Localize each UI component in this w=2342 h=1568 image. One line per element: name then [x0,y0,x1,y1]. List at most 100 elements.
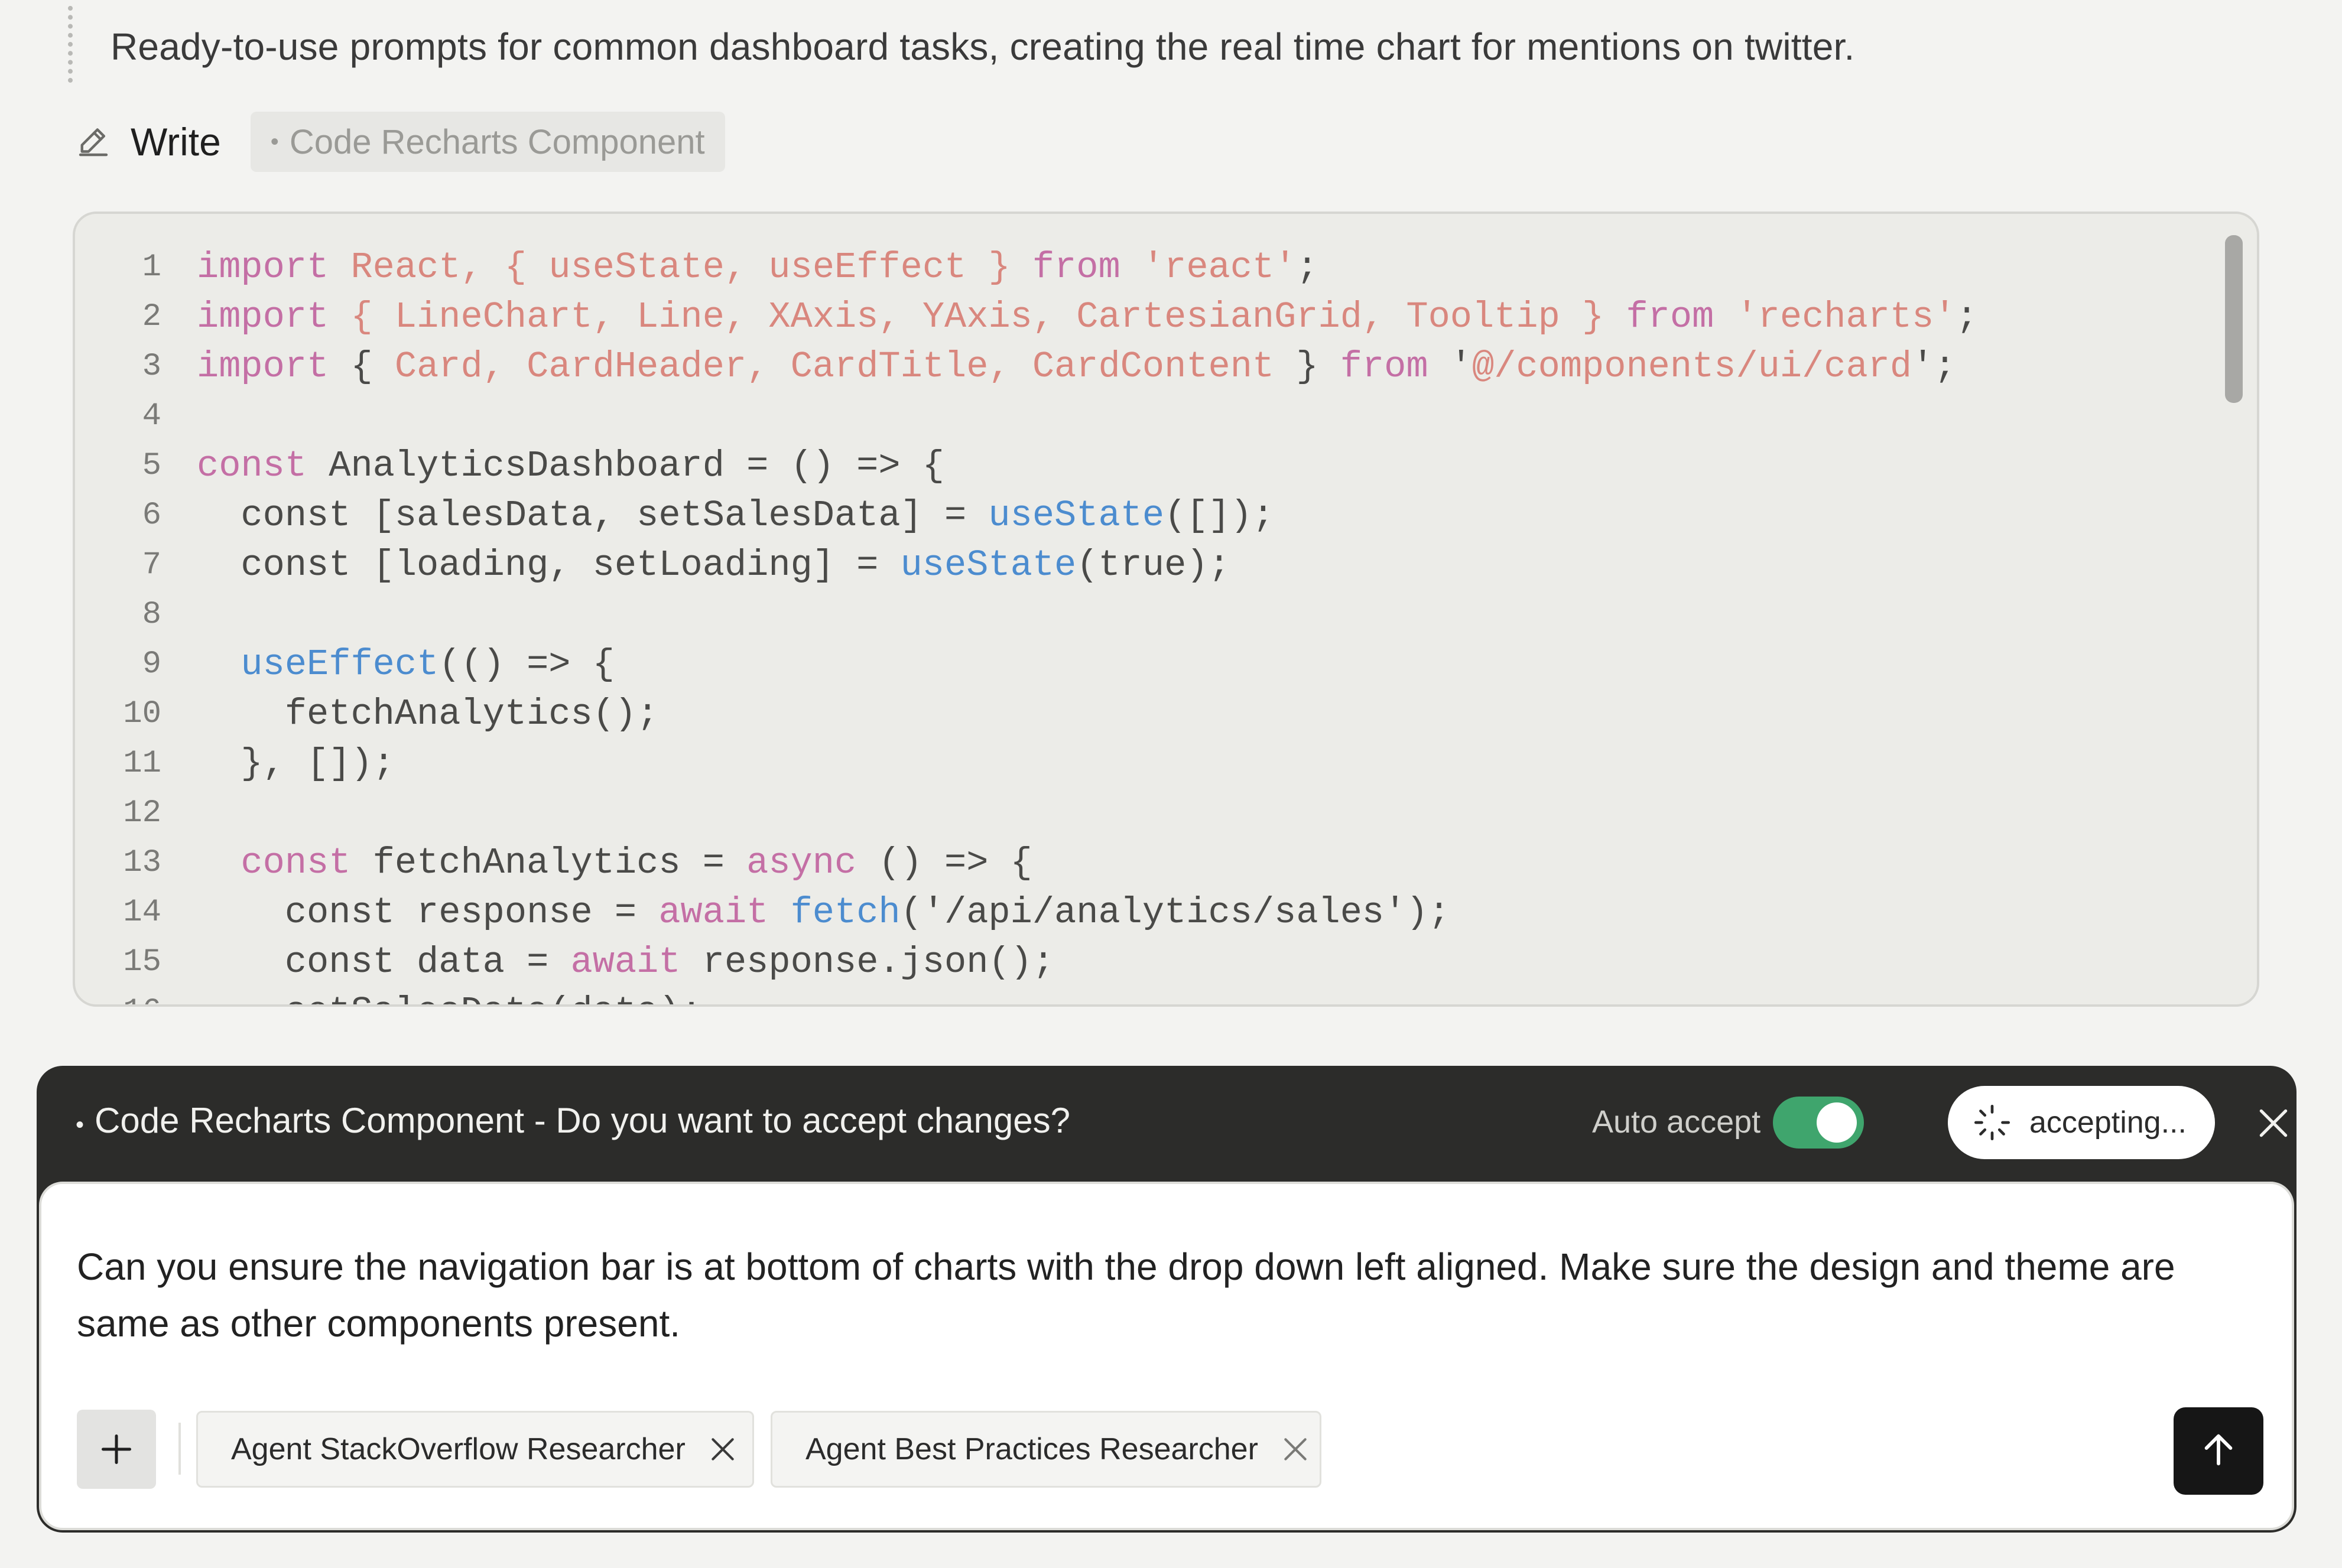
bullet-dot: • [270,128,279,155]
line-number: 1 [142,249,161,285]
code-token: () => { [856,841,1032,884]
line-number: 14 [123,894,161,931]
code-token: useState, useEffect [548,246,989,288]
toggle-knob [1817,1102,1857,1143]
accept-header: • Code Recharts Component - Do you want t… [37,1066,2296,1182]
code-token: (true); [1076,544,1230,586]
file-chip-label: Code Recharts Component [289,122,705,161]
code-token: const [241,841,351,884]
line-number: 13 [123,844,161,881]
divider [178,1423,181,1475]
scrollbar-thumb[interactable] [2225,235,2243,403]
line-number: 9 [142,646,161,682]
write-label: Write [131,120,221,164]
code-token: 'react' [1142,246,1297,288]
agent-chip-best-practices[interactable]: Agent Best Practices Researcher [771,1411,1321,1488]
code-token: AnalyticsDashboard = () => { [307,444,945,487]
write-row: Write • Code Recharts Component [74,111,725,173]
agent-chip-stackoverflow[interactable]: Agent StackOverflow Researcher [196,1411,754,1488]
prompt-card[interactable]: Can you ensure the navigation bar is at … [39,1182,2294,1530]
code-text: const [salesData, setSalesData] = useSta… [197,495,1274,536]
code-line: 13 const fetchAnalytics = async () => { [75,838,2204,887]
code-token: from [1032,246,1120,288]
code-token: async [746,841,857,884]
line-number: 11 [123,745,161,782]
code-lines: 1 import React, { useState, useEffect } f… [75,242,2204,1005]
code-line: 3 import { Card, CardHeader, CardTitle, C… [75,341,2204,391]
code-token: }, []); [197,742,395,785]
code-line: 6 const [salesData, setSalesData] = useS… [75,490,2204,540]
code-token: fetchAnalytics(); [197,692,659,735]
code-token: 'recharts' [1736,295,1956,338]
code-token: Card, CardHeader, CardTitle, CardContent [394,345,1297,388]
code-line: 10 fetchAnalytics(); [75,689,2204,739]
line-number: 15 [123,944,161,980]
dotted-rail [68,6,73,83]
code-token: useState [988,494,1165,536]
code-token: const [salesData, setSalesData] = [197,494,989,536]
code-line: 8 [75,590,2204,639]
description-text: Ready-to-use prompts for common dashboar… [111,25,1855,68]
code-editor[interactable]: 1 import React, { useState, useEffect } f… [73,212,2259,1007]
pencil-icon [74,122,113,161]
code-token: const [loading, setLoading] = [197,544,901,586]
close-icon[interactable] [2255,1105,2292,1141]
code-line: 5 const AnalyticsDashboard = () => { [75,441,2204,490]
code-text: setSalesData(data); [197,991,703,1005]
code-token: ; [1296,246,1318,288]
code-line: 15 const data = await response.json(); [75,937,2204,987]
bullet-dot: • [76,1112,85,1138]
code-text: useEffect(() => { [197,643,615,685]
code-text: const response = await fetch('/api/analy… [197,892,1450,933]
description-block: Ready-to-use prompts for common dashboar… [68,6,2255,83]
code-token: @/components/ui/card [1472,345,1912,388]
code-token: useEffect [241,643,439,685]
agent-chip-label: Agent StackOverflow Researcher [231,1432,686,1466]
code-token: response.json(); [680,941,1055,983]
line-number: 12 [123,795,161,831]
code-line: 9 useEffect(() => { [75,639,2204,689]
code-token: const [197,444,307,487]
code-token: { [329,345,395,388]
code-token: const response = [197,891,659,933]
code-line: 4 [75,391,2204,441]
prompt-text[interactable]: Can you ensure the navigation bar is at … [77,1238,2263,1352]
code-token: import [197,246,329,288]
auto-accept-toggle[interactable] [1773,1097,1864,1149]
code-token: useState [900,544,1077,586]
code-line: 14 const response = await fetch('/api/an… [75,887,2204,937]
code-text: fetchAnalytics(); [197,692,659,735]
code-token: await [658,891,769,933]
code-token: await [570,941,681,983]
accepting-label: accepting... [2029,1105,2187,1140]
close-icon[interactable] [708,1434,738,1464]
code-token: fetchAnalytics = [350,841,747,884]
code-token: { [504,246,549,288]
code-text: const fetchAnalytics = async () => { [197,842,1032,884]
send-button[interactable] [2174,1407,2263,1495]
spinner-icon [1971,1102,2013,1143]
code-token: fetch [790,891,901,933]
code-text: const [loading, setLoading] = useState(t… [197,544,1230,586]
accept-title-text: Code Recharts Component - Do you want to… [95,1101,1070,1140]
line-number: 4 [142,398,161,434]
code-token: } [1296,345,1340,388]
code-token: const data = [197,941,571,983]
line-number: 7 [142,546,161,583]
close-icon[interactable] [1281,1434,1310,1464]
code-token: } [988,246,1032,288]
code-text: import { Card, CardHeader, CardTitle, Ca… [197,346,1956,388]
line-number: 8 [142,596,161,633]
accepting-status-button[interactable]: accepting... [1948,1086,2215,1159]
line-number: 16 [75,994,197,1005]
file-chip[interactable]: • Code Recharts Component [250,112,725,172]
line-number: 10 [123,695,161,732]
code-line: 1 import React, { useState, useEffect } f… [75,242,2204,292]
add-button[interactable] [77,1410,156,1489]
code-token: from [1626,295,1714,338]
code-scrollbar[interactable] [2225,235,2243,985]
